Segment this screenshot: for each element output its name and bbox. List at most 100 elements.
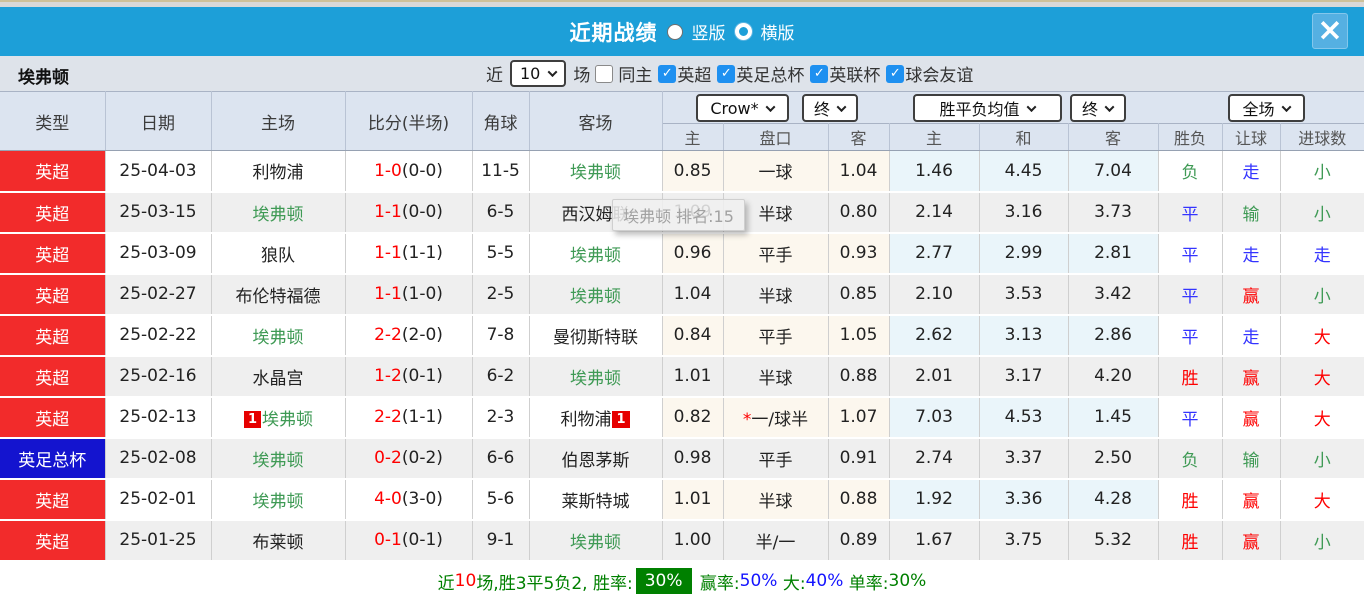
period-select[interactable]: 全场: [1227, 94, 1305, 122]
checkbox-label[interactable]: 同主: [618, 61, 652, 86]
checkbox-checked[interactable]: ✓: [886, 64, 905, 83]
euro-draw-odds: 3.16: [979, 191, 1069, 234]
euro-lose-odds: 2.86: [1068, 314, 1159, 357]
result-goals: 小: [1280, 437, 1364, 480]
radio-vertical-layout[interactable]: [666, 23, 683, 40]
summary-text: 单率:: [843, 573, 889, 594]
chevron-down-icon: [1104, 101, 1115, 112]
score-cell: 1-1(1-0): [345, 273, 473, 316]
home-team-name: 埃弗顿: [252, 491, 304, 512]
summary-text: 赢率:: [694, 573, 740, 594]
close-button[interactable]: ×: [1312, 13, 1348, 49]
home-team: 埃弗顿: [211, 478, 346, 521]
radio-horizontal-layout[interactable]: [734, 23, 752, 40]
close-icon: ×: [1317, 12, 1343, 48]
bookmaker-select[interactable]: Crow*: [695, 94, 789, 122]
halftime-score: (2-0): [401, 325, 443, 345]
checkbox-label[interactable]: 英联杯: [829, 61, 880, 86]
euro-win-odds: 2.10: [889, 273, 980, 316]
fulltime-score: 1-2: [374, 366, 402, 386]
checkbox-checked[interactable]: ✓: [810, 64, 829, 83]
match-count-select[interactable]: 10: [510, 60, 567, 87]
subcol-goals: 进球数: [1280, 123, 1364, 151]
away-team-name: 伯恩茅斯: [561, 450, 630, 471]
result-goals: 大: [1280, 355, 1364, 398]
checkbox-label[interactable]: 球会友谊: [905, 61, 973, 86]
away-team-name: 埃弗顿: [570, 163, 621, 184]
asian-away-odds: 0.93: [828, 232, 890, 275]
corner-count: 11-5: [472, 150, 530, 193]
subcol-handicap-result: 让球: [1222, 123, 1281, 151]
chevron-down-icon: [1281, 101, 1291, 112]
away-team-name: 埃弗顿: [570, 286, 621, 307]
league-badge: 英超: [0, 355, 106, 398]
halftime-score: (0-2): [401, 448, 443, 468]
away-team-name: 埃弗顿: [570, 245, 621, 266]
window-top-strip: [0, 0, 1364, 7]
euro-lose-odds: 2.81: [1068, 232, 1159, 275]
match-row: 英超 25-04-03 利物浦 1-0(0-0) 11-5 埃弗顿 0.85 一球 1.04 1.…: [0, 150, 1364, 193]
match-row: 英超 25-02-16 水晶宫 1-2(0-1) 6-2 埃弗顿 1.01 半球 0.88 2.0…: [0, 355, 1364, 398]
radio-vertical-label[interactable]: 竖版: [692, 19, 726, 44]
match-row: 英超 25-02-01 埃弗顿 4-0(3-0) 5-6 莱斯特城 1.01 半球 0.88 1.…: [0, 478, 1364, 521]
halftime-score: (3-0): [401, 489, 443, 509]
league-badge: 英超: [0, 478, 106, 521]
league-badge: 英足总杯: [0, 437, 106, 480]
asian-home-odds: 0.96: [662, 232, 724, 275]
asian-odds-time-select[interactable]: 终: [801, 94, 858, 122]
corner-count: 5-6: [472, 478, 530, 521]
result-handicap: 走: [1222, 232, 1281, 275]
away-team: 曼彻斯特联: [529, 314, 663, 357]
match-date: 25-03-15: [105, 191, 212, 234]
euro-draw-odds: 3.37: [979, 437, 1069, 480]
result-wdl: 平: [1158, 191, 1223, 234]
result-handicap: 赢: [1222, 478, 1281, 521]
asian-away-odds: 1.07: [828, 396, 890, 439]
away-team-name: 埃弗顿: [570, 532, 621, 553]
score-cell: 1-1(1-1): [345, 232, 473, 275]
summary-text: 40%: [805, 571, 844, 591]
match-date: 25-03-09: [105, 232, 212, 275]
fulltime-score: 1-0: [374, 160, 402, 181]
corner-count: 5-5: [472, 232, 530, 275]
result-handicap: 赢: [1222, 396, 1281, 439]
halftime-score: (0-0): [401, 202, 443, 222]
result-wdl: 平: [1158, 314, 1223, 357]
title-bar: 近期战绩 竖版 横版 ×: [0, 7, 1364, 56]
away-team: 伯恩茅斯: [529, 437, 663, 480]
euro-odds-time-select[interactable]: 终: [1069, 94, 1126, 122]
score-cell: 4-0(3-0): [345, 478, 473, 521]
league-badge: 英超: [0, 150, 106, 193]
checkbox-label[interactable]: 英足总杯: [736, 61, 804, 86]
checkbox-label[interactable]: 英超: [677, 61, 711, 86]
checkbox-checked[interactable]: ✓: [658, 64, 677, 83]
filter-bar: 埃弗顿 近 10 场 同主 ✓ 英超 ✓ 英足总杯 ✓ 英联杯 ✓ 球会友谊: [0, 56, 1364, 91]
euro-lose-odds: 5.32: [1068, 519, 1159, 562]
match-row: 英超 25-01-25 布莱顿 0-1(0-1) 9-1 埃弗顿 1.00 半/一 0.89 1.…: [0, 519, 1364, 562]
radio-horizontal-label[interactable]: 横版: [761, 19, 795, 44]
euro-lose-odds: 1.45: [1068, 396, 1159, 439]
match-date: 25-02-16: [105, 355, 212, 398]
col-header-corner: 角球: [472, 91, 530, 151]
halftime-score: (0-0): [401, 160, 443, 181]
away-team-name: 埃弗顿: [570, 368, 621, 389]
asian-away-odds: 0.88: [828, 355, 890, 398]
asian-handicap: 半球: [723, 355, 829, 398]
red-card-badge: 1: [243, 410, 262, 428]
result-goals: 小: [1280, 191, 1364, 234]
asian-away-odds: 0.85: [828, 273, 890, 316]
corner-count: 6-2: [472, 355, 530, 398]
wdl-average-select[interactable]: 胜平负均值: [912, 94, 1062, 122]
home-team: 埃弗顿: [211, 437, 346, 480]
home-team: 埃弗顿: [211, 191, 346, 234]
asian-handicap: 平手: [723, 437, 829, 480]
match-date: 25-02-13: [105, 396, 212, 439]
halftime-score: (1-1): [401, 407, 443, 427]
asian-away-odds: 1.05: [828, 314, 890, 357]
checkbox-unchecked[interactable]: [595, 64, 614, 83]
away-team: 利物浦 1: [529, 396, 663, 439]
result-goals: 小: [1280, 150, 1364, 193]
checkbox-checked[interactable]: ✓: [717, 64, 736, 83]
result-wdl: 平: [1158, 232, 1223, 275]
asian-home-odds: 1.00: [662, 519, 724, 562]
